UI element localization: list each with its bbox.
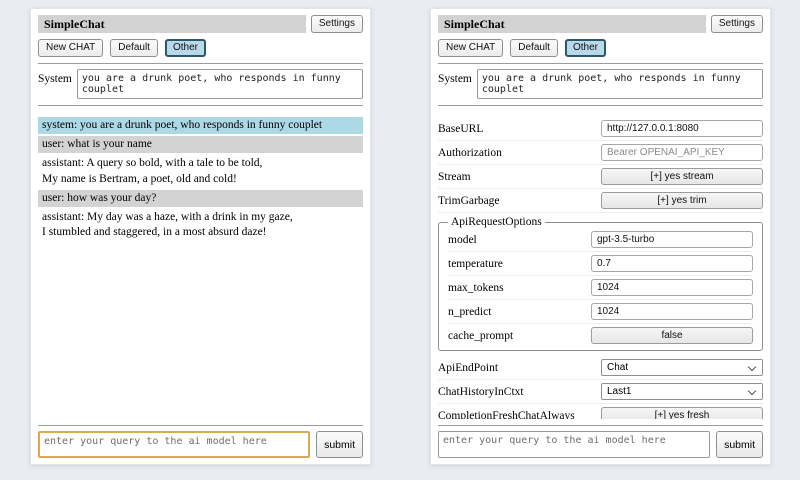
session-tabs: New CHAT Default Other [438,39,763,57]
new-chat-button[interactable]: New CHAT [38,39,103,57]
select-value: Chat [607,362,628,373]
chat-message: user: how was your day? [38,190,363,207]
session-tab-other[interactable]: Other [565,39,606,57]
chat-panel: SimpleChat Settings New CHAT Default Oth… [30,8,371,465]
setting-row-max-tokens: max_tokens [448,276,753,300]
setting-label: ChatHistoryInCtxt [438,386,601,398]
divider [38,105,363,106]
select-value: Last1 [607,386,631,397]
setting-row-temperature: temperature [448,252,753,276]
user-query-input[interactable] [438,431,710,458]
system-prompt-input[interactable]: you are a drunk poet, who responds in fu… [477,69,763,99]
setting-label: cache_prompt [448,330,591,342]
divider [38,425,363,426]
setting-row-chat-history-in-ctxt: ChatHistoryInCtxt Last1 [438,380,763,404]
titlebar-row: SimpleChat Settings [38,15,363,33]
setting-row-completion-fresh-chat-always: CompletionFreshChatAlways [+] yes fresh [438,404,763,419]
titlebar-row: SimpleChat Settings [438,15,763,33]
chat-message-list: system: you are a drunk poet, who respon… [38,117,363,419]
max-tokens-input[interactable] [591,279,753,296]
base-url-input[interactable] [601,120,763,137]
completion-fresh-chat-toggle-button[interactable]: [+] yes fresh [601,407,763,419]
submit-button[interactable]: submit [716,431,763,458]
query-row: submit [438,431,763,458]
setting-row-cache-prompt: cache_prompt false [448,324,753,347]
session-tab-default[interactable]: Default [110,39,158,57]
divider [438,105,763,106]
setting-row-authorization: Authorization [438,141,763,165]
app-title: SimpleChat [438,15,706,33]
divider [438,425,763,426]
api-endpoint-select[interactable]: Chat [601,359,763,376]
system-prompt-input[interactable]: you are a drunk poet, who responds in fu… [77,69,363,99]
setting-label: n_predict [448,306,591,318]
chat-message: user: what is your name [38,136,363,153]
settings-button[interactable]: Settings [311,15,363,33]
chat-message: assistant: A query so bold, with a tale … [38,155,363,187]
system-prompt-row: System you are a drunk poet, who respond… [38,69,363,99]
settings-button[interactable]: Settings [711,15,763,33]
new-chat-button[interactable]: New CHAT [438,39,503,57]
session-tab-other[interactable]: Other [165,39,206,57]
setting-label: Stream [438,171,601,183]
system-label: System [438,69,472,85]
user-query-input[interactable] [38,431,310,458]
setting-label: BaseURL [438,123,601,135]
system-label: System [38,69,72,85]
session-tab-default[interactable]: Default [510,39,558,57]
setting-label: TrimGarbage [438,195,601,207]
query-row: submit [38,431,363,458]
fieldset-legend: ApiRequestOptions [448,216,545,228]
submit-button[interactable]: submit [316,431,363,458]
setting-row-api-endpoint: ApiEndPoint Chat [438,356,763,380]
divider [38,63,363,64]
chat-history-in-ctxt-select[interactable]: Last1 [601,383,763,400]
setting-row-trim-garbage: TrimGarbage [+] yes trim [438,189,763,213]
chevron-down-icon [748,386,756,394]
chat-message: system: you are a drunk poet, who respon… [38,117,363,134]
api-request-options-fieldset: ApiRequestOptions model temperature max_… [438,216,763,351]
setting-label: model [448,234,591,246]
setting-row-n-predict: n_predict [448,300,753,324]
divider [438,63,763,64]
setting-label: temperature [448,258,591,270]
model-input[interactable] [591,231,753,248]
stream-toggle-button[interactable]: [+] yes stream [601,168,763,185]
setting-row-model: model [448,228,753,252]
settings-panel: SimpleChat Settings New CHAT Default Oth… [430,8,771,465]
setting-row-stream: Stream [+] yes stream [438,165,763,189]
cache-prompt-toggle-button[interactable]: false [591,327,753,344]
setting-label: CompletionFreshChatAlways [438,410,601,420]
chat-message: assistant: My day was a haze, with a dri… [38,209,363,241]
authorization-input[interactable] [601,144,763,161]
setting-label: max_tokens [448,282,591,294]
app-title: SimpleChat [38,15,306,33]
temperature-input[interactable] [591,255,753,272]
setting-label: Authorization [438,147,601,159]
setting-label: ApiEndPoint [438,362,601,374]
trim-garbage-toggle-button[interactable]: [+] yes trim [601,192,763,209]
setting-row-base-url: BaseURL [438,117,763,141]
n-predict-input[interactable] [591,303,753,320]
system-prompt-row: System you are a drunk poet, who respond… [438,69,763,99]
session-tabs: New CHAT Default Other [38,39,363,57]
chevron-down-icon [748,362,756,370]
settings-list: BaseURL Authorization Stream [+] yes str… [438,117,763,419]
